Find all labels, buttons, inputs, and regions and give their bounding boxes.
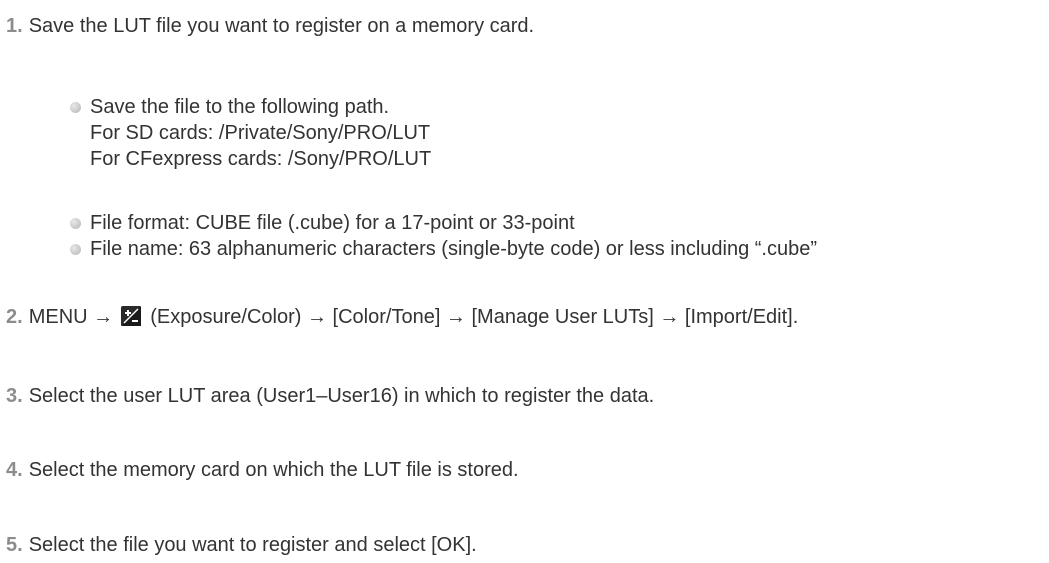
- instruction-page: 1. Save the LUT file you want to register…: [0, 0, 1049, 563]
- step-text: Save the LUT file you want to register o…: [28, 15, 535, 37]
- file-name-text: File name: 63 alphanumeric characters (s…: [90, 238, 818, 260]
- path-bullet: Save the file to the following path. For…: [70, 94, 431, 172]
- step-text-post: (Exposure/Color) → [Color/Tone] → [Manag…: [150, 306, 799, 328]
- bullet-item: File format: CUBE file (.cube) for a 17-…: [70, 210, 817, 236]
- file-bullets: File format: CUBE file (.cube) for a 17-…: [70, 210, 817, 262]
- step-2: 2. MENU → (Exposure/Color) → [Color/Tone]…: [6, 305, 798, 329]
- step-number: 1.: [6, 15, 23, 37]
- step-text: Select the memory card on which the LUT …: [28, 459, 519, 481]
- step-5: 5. Select the file you want to register a…: [6, 533, 477, 557]
- bullet-dot-icon: [70, 102, 81, 113]
- file-format-text: File format: CUBE file (.cube) for a 17-…: [90, 212, 575, 234]
- step-3: 3. Select the user LUT area (User1–User16…: [6, 384, 654, 408]
- exposure-compensation-icon: [120, 306, 141, 326]
- step-number: 4.: [6, 459, 23, 481]
- bullet-dot-icon: [70, 244, 81, 255]
- bullet-dot-icon: [70, 218, 81, 229]
- step-1: 1. Save the LUT file you want to register…: [6, 14, 534, 38]
- step-number: 3.: [6, 385, 23, 407]
- cfexpress-card-path: For CFexpress cards: /Sony/PRO/LUT: [90, 148, 432, 170]
- step-text: Select the user LUT area (User1–User16) …: [28, 385, 655, 407]
- step-number: 5.: [6, 534, 23, 556]
- step-text: Select the file you want to register and…: [28, 534, 477, 556]
- path-title: Save the file to the following path.: [90, 96, 390, 118]
- bullet-item: File name: 63 alphanumeric characters (s…: [70, 236, 817, 262]
- step-4: 4. Select the memory card on which the LU…: [6, 458, 519, 482]
- step-number: 2.: [6, 306, 23, 328]
- sd-card-path: For SD cards: /Private/Sony/PRO/LUT: [90, 122, 431, 144]
- bullet-item: Save the file to the following path.: [70, 94, 431, 120]
- step-text-pre: MENU →: [28, 306, 114, 328]
